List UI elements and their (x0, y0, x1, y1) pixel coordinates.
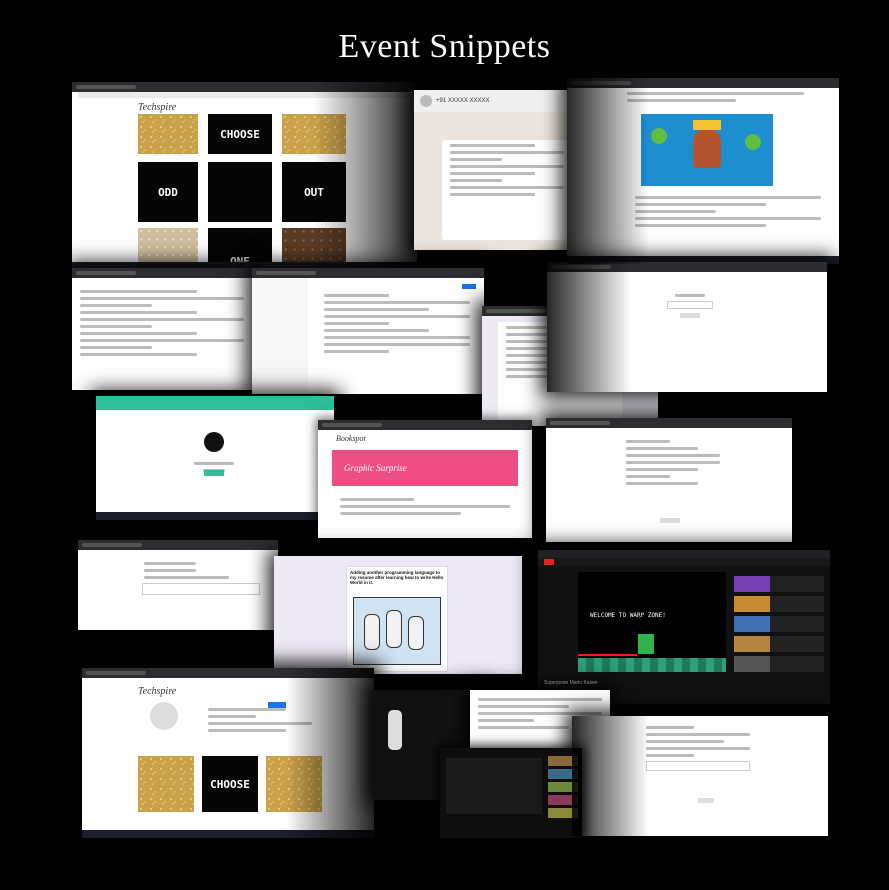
browser-chrome (72, 268, 252, 278)
comic-image (353, 597, 441, 665)
browser-chrome (547, 262, 827, 272)
snippet-youtube-game: WELCOME TO WARP ZONE! Superpose Mario Ka… (538, 550, 830, 704)
browser-chrome (78, 540, 278, 550)
image-tile[interactable] (138, 756, 194, 812)
snippet-email-page (252, 268, 484, 394)
snippet-whatsapp-chat: +91 XXXXX XXXXX (414, 90, 574, 250)
browser-chrome (82, 668, 374, 678)
image-tile[interactable] (266, 756, 322, 812)
image-tile[interactable] (138, 114, 198, 154)
send-button[interactable] (462, 284, 476, 289)
site-logo: Techspire (138, 686, 177, 697)
browser-chrome (567, 78, 839, 88)
submit-button[interactable] (660, 518, 680, 523)
artwork-image (641, 114, 773, 186)
info-tile (208, 162, 272, 222)
game-screen-text: WELCOME TO WARP ZONE! (590, 612, 666, 619)
snippet-input-page (78, 540, 278, 630)
green-button[interactable] (204, 470, 224, 476)
pink-banner: Graphic Surprise (332, 450, 518, 486)
taskbar (82, 830, 374, 838)
snippet-video-playlist (440, 748, 582, 838)
snippet-comic-post: Adding another programming language to m… (274, 556, 522, 674)
odd-tile[interactable]: ODD (138, 162, 198, 222)
playlist (548, 756, 578, 818)
message-bubble (442, 140, 572, 240)
snippet-pink-form: Bookspot Graphic Surprise (318, 420, 532, 538)
snippet-teal-profile (96, 396, 334, 520)
choose-tile[interactable]: CHOOSE (202, 756, 258, 812)
video-player[interactable]: WELCOME TO WARP ZONE! (578, 572, 726, 672)
comic-headline: Adding another programming language to m… (350, 570, 444, 586)
site-logo: Techspire (138, 102, 177, 113)
snippet-artwork-page (567, 78, 839, 264)
avatar (420, 95, 432, 107)
snippet-profile-page: Techspire CHOOSE (82, 668, 374, 838)
browser-chrome (318, 420, 532, 430)
suggested-videos (734, 576, 824, 672)
page-title: Event Snippets (338, 28, 551, 65)
image-tile[interactable] (282, 114, 346, 154)
contact-name: +91 XXXXX XXXXX (436, 98, 490, 104)
login-button[interactable] (680, 313, 700, 318)
snippet-quiz-page (546, 418, 792, 542)
site-logo: Bookspot (336, 434, 366, 443)
snippet-puzzle-grid: Techspire CHOOSE ODD OUT ONE (72, 82, 417, 270)
answer-input[interactable] (142, 583, 260, 595)
video-caption: Superpose Mario Kaiser (544, 680, 598, 686)
profile-avatar (204, 432, 224, 452)
video-player[interactable] (446, 758, 542, 814)
submit-button[interactable] (698, 798, 714, 803)
taskbar (96, 512, 334, 520)
login-input[interactable] (667, 301, 713, 309)
snippet-list-page (72, 268, 252, 390)
browser-chrome (72, 82, 417, 92)
answer-input[interactable] (646, 761, 750, 771)
snippet-login-page (547, 262, 827, 392)
youtube-logo (544, 559, 554, 565)
follow-button[interactable] (268, 702, 286, 708)
out-tile[interactable]: OUT (282, 162, 346, 222)
choose-tile[interactable]: CHOOSE (208, 114, 272, 154)
browser-chrome (252, 268, 484, 278)
browser-chrome (546, 418, 792, 428)
profile-avatar (150, 702, 178, 730)
snippet-final-form (572, 716, 828, 836)
